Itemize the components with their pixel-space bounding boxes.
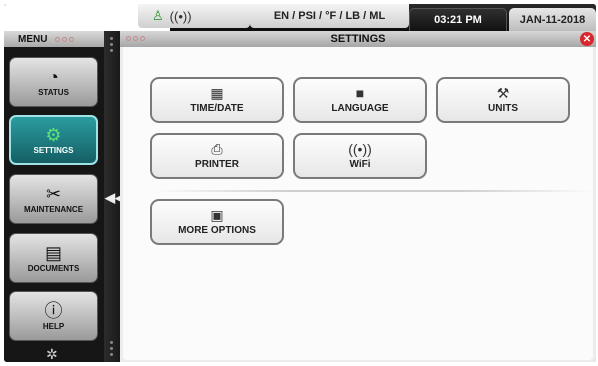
option-label: LANGUAGE bbox=[331, 103, 389, 114]
close-button[interactable]: ✕ bbox=[580, 32, 594, 46]
tools-icon: ✂ bbox=[45, 183, 62, 204]
option-label: WiFi bbox=[349, 159, 371, 170]
close-icon: ✕ bbox=[582, 33, 592, 45]
units-button[interactable]: ⚒ UNITS bbox=[436, 77, 570, 123]
signal-person-icon: ♙ bbox=[152, 8, 164, 23]
section-divider bbox=[154, 190, 594, 192]
calendar-clock-icon: ▦ bbox=[210, 85, 224, 101]
option-label: PRINTER bbox=[195, 159, 239, 170]
wrench-icon: ⚒ bbox=[496, 85, 510, 101]
option-label: UNITS bbox=[488, 103, 518, 114]
sidebar-item-label: HELP bbox=[42, 321, 65, 331]
printer-button[interactable]: ⎙ PRINTER bbox=[150, 133, 284, 179]
sidebar-item-documents[interactable]: ▤ DOCUMENTS bbox=[9, 233, 98, 283]
gear-icon: ⚙ bbox=[45, 124, 62, 145]
window-dots-icon bbox=[126, 36, 145, 41]
sidebar-item-maintenance[interactable]: ✂ MAINTENANCE bbox=[9, 174, 98, 224]
panel-titlebar: SETTINGS ✕ bbox=[120, 31, 596, 47]
sidebar-item-status[interactable]: ◔ STATUS bbox=[9, 57, 98, 107]
menu-header: MENU bbox=[4, 31, 104, 47]
gauge-icon: ◔ bbox=[48, 66, 59, 87]
option-label: MORE OPTIONS bbox=[178, 225, 256, 236]
printer-icon: ⎙ bbox=[211, 141, 223, 157]
sidebar-item-settings[interactable]: ⚙ SETTINGS bbox=[9, 115, 98, 165]
language-icon: ■ bbox=[355, 85, 365, 101]
units-indicator[interactable]: EN / PSI / °F / LB / ML bbox=[250, 4, 409, 28]
sidebar-menu: MENU ◔ STATUS ⚙ SETTINGS ✂ MAINTENANCE ▤… bbox=[4, 31, 104, 362]
help-icon: ⓘ bbox=[44, 300, 63, 321]
option-label: TIME/DATE bbox=[190, 103, 244, 114]
sidebar-divider[interactable]: ◀◀ bbox=[104, 31, 125, 362]
sidebar-item-label: DOCUMENTS bbox=[27, 263, 80, 273]
date-display[interactable]: JAN-11-2018 bbox=[509, 8, 596, 31]
top-status-bar: ♙ ((•)) EN / PSI / °F / LB / ML 03:21 PM… bbox=[4, 4, 596, 31]
document-icon: ▤ bbox=[44, 242, 62, 263]
page-title: SETTINGS bbox=[330, 33, 386, 45]
more-options-icon: ▣ bbox=[210, 207, 224, 223]
sidebar-item-help[interactable]: ⓘ HELP bbox=[9, 291, 98, 341]
wifi-icon: ((•)) bbox=[348, 141, 372, 157]
status-icons: ♙ ((•)) bbox=[138, 4, 250, 28]
wireless-icon: ((•)) bbox=[169, 8, 192, 24]
menu-title: MENU bbox=[18, 33, 48, 45]
more-options-button[interactable]: ▣ MORE OPTIONS bbox=[150, 199, 284, 245]
window-dots-icon bbox=[55, 36, 75, 42]
sidebar-item-label: MAINTENANCE bbox=[23, 204, 84, 214]
sidebar-item-label: SETTINGS bbox=[33, 145, 74, 155]
fan-icon: ✲ bbox=[46, 346, 58, 362]
device-screen: ♙ ((•)) EN / PSI / °F / LB / ML 03:21 PM… bbox=[4, 4, 596, 362]
time-date-button[interactable]: ▦ TIME/DATE bbox=[150, 77, 284, 123]
sidebar-item-label: STATUS bbox=[38, 87, 69, 97]
time-display[interactable]: 03:21 PM bbox=[409, 8, 507, 31]
wifi-button[interactable]: ((•)) WiFi bbox=[293, 133, 427, 179]
language-button[interactable]: ■ LANGUAGE bbox=[293, 77, 427, 123]
